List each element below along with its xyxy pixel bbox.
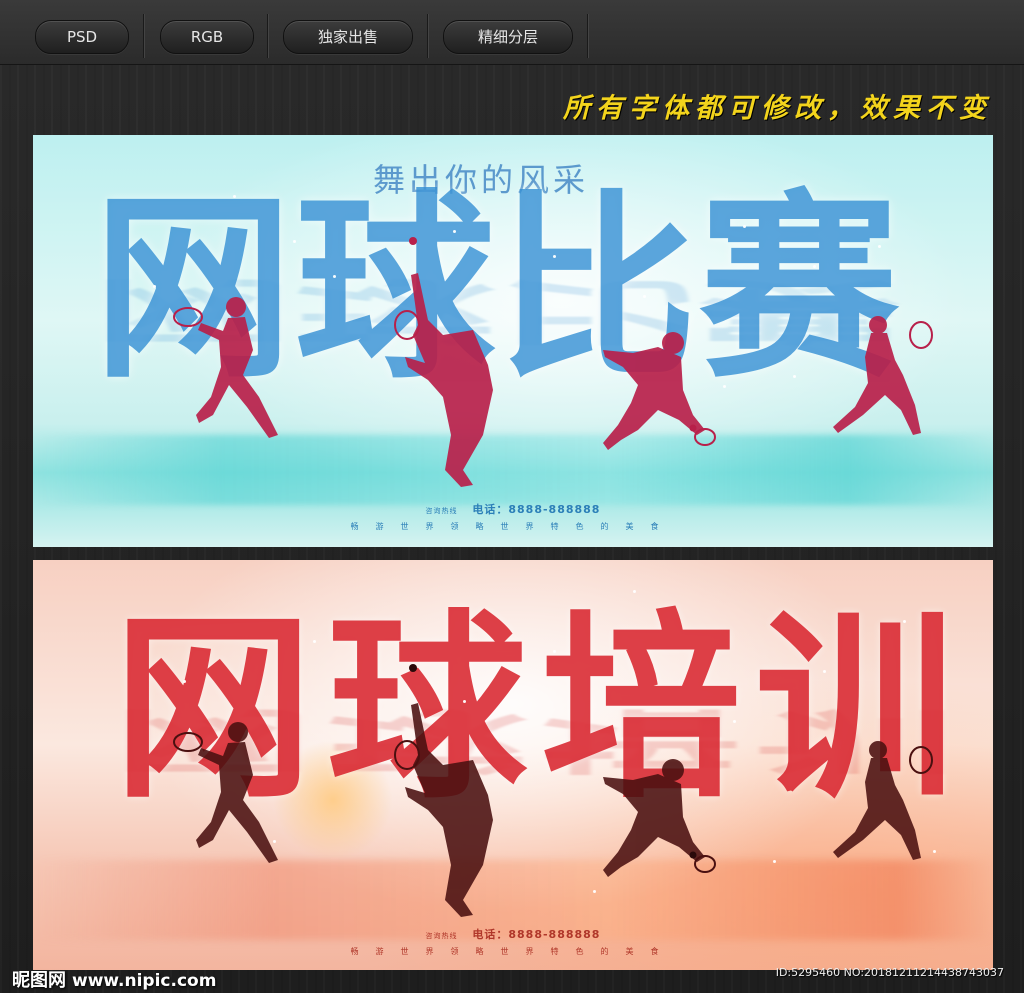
- toolbar-divider: [587, 14, 588, 58]
- player-silhouette-group: [196, 273, 921, 487]
- site-name: 昵图网: [12, 970, 66, 991]
- phone-line: 咨询热线 电话：8888-888888: [33, 926, 993, 942]
- site-url: www.nipic.com: [72, 971, 217, 991]
- phone-prefix: 咨询热线: [425, 507, 458, 515]
- poster-footer: 咨询热线 电话：8888-888888 畅游世界领略世界特色的美食: [33, 501, 993, 532]
- phone-number: 电话：8888-888888: [472, 503, 601, 516]
- poster-tennis-training[interactable]: 网球培训 网球培训 咨询热线 电话：8888-888888 畅游世界领略世界特色…: [33, 560, 993, 970]
- player-silhouettes: [173, 237, 933, 487]
- toolbar-divider: [427, 14, 428, 58]
- slogan-text: 所有字体都可修改，效果不变: [563, 93, 992, 124]
- tag-psd[interactable]: PSD: [35, 20, 129, 54]
- toolbar-divider: [143, 14, 144, 58]
- tag-exclusive[interactable]: 独家出售: [283, 20, 413, 54]
- phone-number: 电话：8888-888888: [472, 928, 601, 941]
- phone-line: 咨询热线 电话：8888-888888: [33, 501, 993, 517]
- footer-tagline: 畅游世界领略世界特色的美食: [350, 522, 676, 531]
- tag-rgb[interactable]: RGB: [160, 20, 254, 54]
- player-silhouettes: [173, 664, 933, 917]
- image-id-watermark: ID:5295460 NO:20181211214438743037: [775, 966, 1004, 979]
- tennis-ball: [689, 424, 697, 432]
- tennis-ball: [409, 664, 417, 672]
- tennis-ball: [689, 851, 697, 859]
- racket-group: [173, 307, 933, 446]
- player-silhouette-group: [196, 703, 921, 917]
- poster-tennis-match[interactable]: 舞出你的风采 网球比赛 网球比赛 咨询热线 电话：8888-888888 畅游世…: [33, 135, 993, 547]
- tag-layered[interactable]: 精细分层: [443, 20, 573, 54]
- toolbar-divider: [267, 14, 268, 58]
- tennis-ball: [409, 237, 417, 245]
- footer-tagline: 畅游世界领略世界特色的美食: [350, 947, 676, 956]
- poster-footer: 咨询热线 电话：8888-888888 畅游世界领略世界特色的美食: [33, 926, 993, 957]
- top-toolbar: PSD RGB 独家出售 精细分层: [0, 0, 1024, 65]
- racket-group: [173, 732, 933, 873]
- site-watermark: 昵图网 www.nipic.com: [12, 966, 216, 992]
- phone-prefix: 咨询热线: [425, 932, 458, 940]
